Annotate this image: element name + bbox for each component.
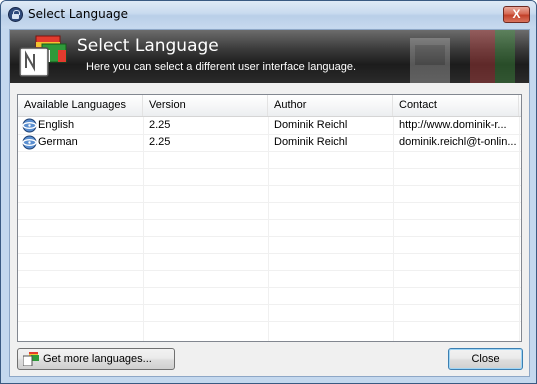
language-contact: dominik.reichl@t-onlin...	[399, 136, 517, 148]
language-name: English	[38, 119, 75, 131]
window-close-button[interactable]: X	[503, 6, 530, 23]
language-version: 2.25	[149, 119, 171, 131]
grid-line	[18, 236, 521, 237]
dialog-body: Select Language Here you can select a di…	[9, 29, 530, 377]
language-author: Dominik Reichl	[274, 119, 348, 131]
list-item-english[interactable]: English 2.25 Dominik Reichl http://www.d…	[18, 117, 521, 134]
grid-line	[18, 151, 521, 152]
grid-line	[18, 202, 521, 203]
banner-decoration	[410, 30, 515, 83]
grid-line	[18, 185, 521, 186]
close-button[interactable]: Close	[448, 348, 523, 370]
language-flags-icon	[19, 35, 67, 77]
header-banner: Select Language Here you can select a di…	[10, 30, 529, 83]
list-header: Available Languages Version Author Conta…	[18, 95, 521, 117]
list-item-german[interactable]: German 2.25 Dominik Reichl dominik.reich…	[18, 134, 521, 151]
grid-line	[18, 253, 521, 254]
get-more-languages-button[interactable]: Get more languages...	[17, 348, 175, 370]
get-more-languages-label: Get more languages...	[43, 353, 152, 365]
grid-line	[18, 304, 521, 305]
column-header-languages[interactable]: Available Languages	[18, 95, 143, 116]
grid-line	[18, 168, 521, 169]
languages-list[interactable]: Available Languages Version Author Conta…	[17, 94, 522, 342]
language-globe-icon	[22, 135, 37, 150]
grid-line	[18, 219, 521, 220]
language-author: Dominik Reichl	[274, 136, 348, 148]
language-flags-small-icon	[23, 352, 39, 366]
language-version: 2.25	[149, 136, 171, 148]
column-header-contact[interactable]: Contact	[393, 95, 519, 116]
banner-subtitle: Here you can select a different user int…	[86, 61, 357, 73]
grid-line	[18, 270, 521, 271]
lock-icon	[8, 7, 23, 22]
column-header-author[interactable]: Author	[268, 95, 393, 116]
title-bar[interactable]: Select Language X	[1, 1, 536, 28]
language-name: German	[38, 136, 78, 148]
grid-line	[18, 321, 521, 322]
column-header-version[interactable]: Version	[143, 95, 268, 116]
select-language-window: Select Language X Select Language Here y…	[0, 0, 537, 384]
window-title: Select Language	[28, 7, 129, 21]
grid-line	[18, 287, 521, 288]
language-contact: http://www.dominik-r...	[399, 119, 507, 131]
banner-title: Select Language	[77, 36, 219, 56]
language-globe-icon	[22, 118, 37, 133]
